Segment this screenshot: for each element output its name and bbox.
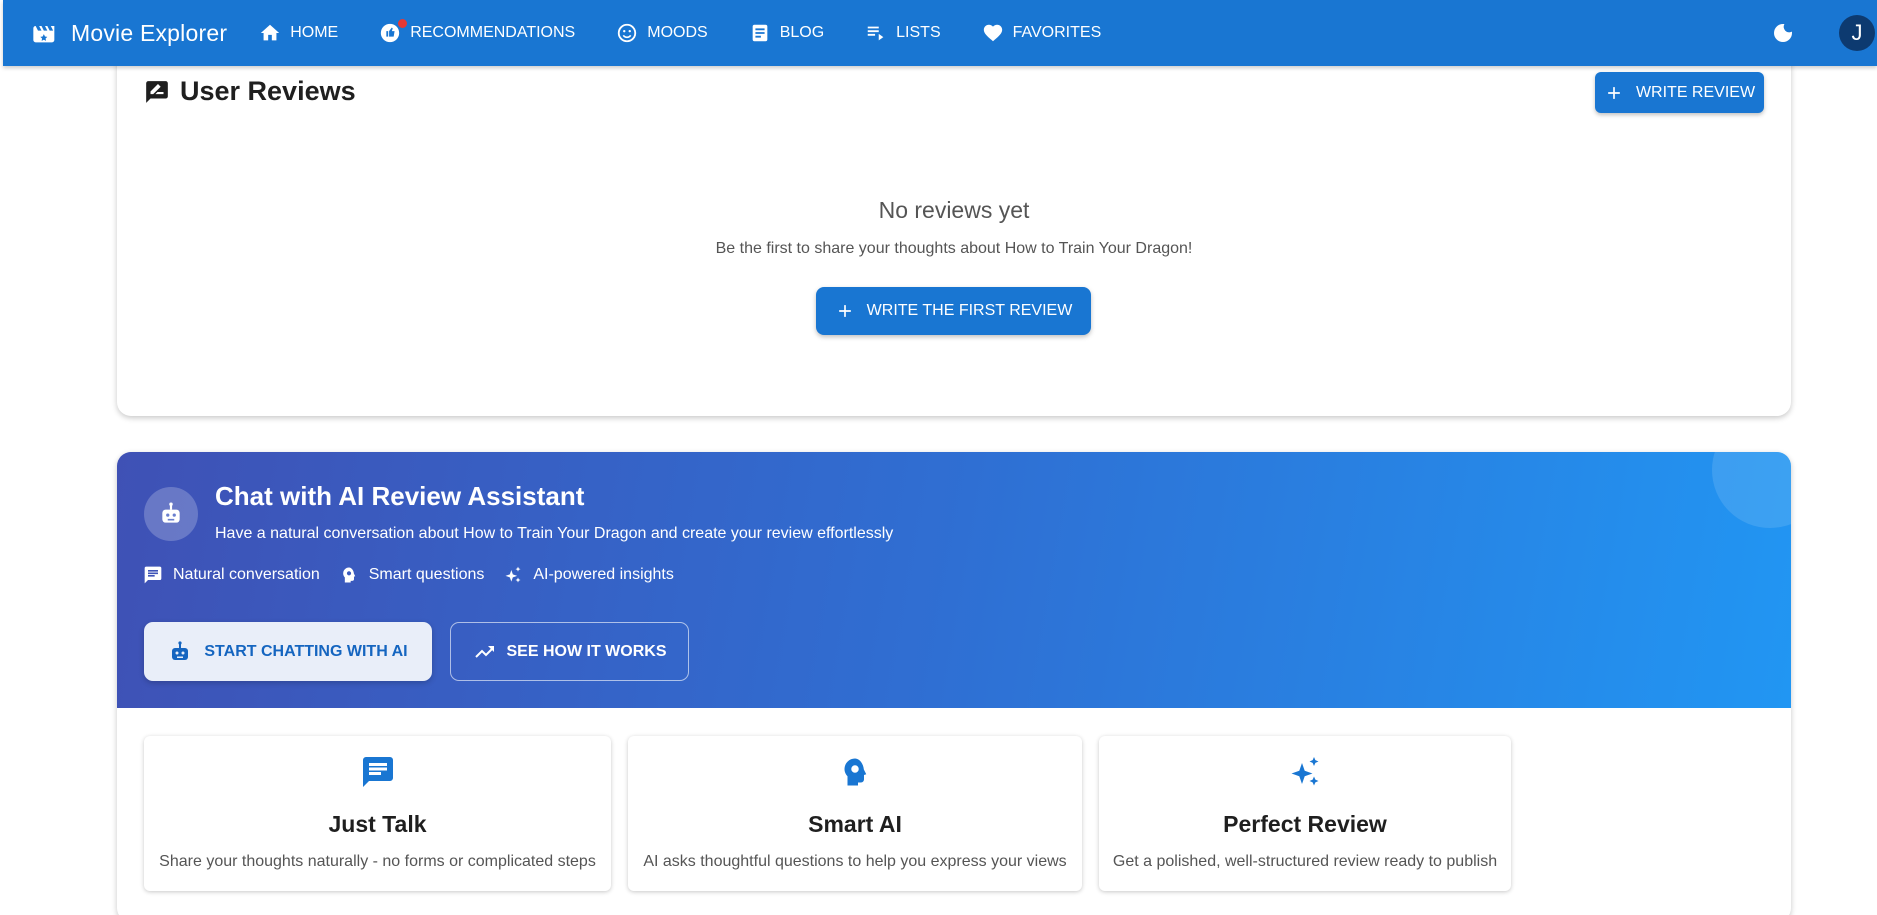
main-nav: HOME RECOMMENDATIONS MOODS BLOG LISTS FA…: [247, 11, 1130, 55]
user-reviews-card: User Reviews WRITE REVIEW No reviews yet…: [117, 40, 1791, 416]
nav-lists-label: LISTS: [896, 24, 941, 41]
appbar-actions: J: [1763, 0, 1877, 66]
article-icon: [752, 24, 768, 42]
bot-badge: [144, 487, 198, 541]
mood-icon: [618, 23, 637, 43]
nav-home-label: HOME: [290, 24, 339, 41]
write-review-label: WRITE REVIEW: [1635, 83, 1756, 101]
app-bar: Movie Explorer HOME RECOMMENDATIONS MOOD…: [3, 0, 1877, 66]
notification-dot: [398, 19, 408, 28]
chat-icon: [144, 566, 162, 584]
dark-mode-icon: [1774, 24, 1792, 42]
decorative-circle: [1712, 452, 1791, 528]
tile-description: Share your thoughts naturally - no forms…: [159, 853, 596, 870]
sparkle-icon: [505, 566, 521, 583]
write-review-button[interactable]: WRITE REVIEW: [1595, 72, 1764, 113]
start-chatting-button[interactable]: START CHATTING WITH AI: [144, 622, 432, 681]
sparkle-icon: [1291, 757, 1319, 786]
feature-natural-conversation: Natural conversation: [143, 565, 320, 585]
nav-lists[interactable]: LISTS: [853, 11, 952, 55]
reviews-header: User Reviews: [144, 76, 356, 107]
feature-ai-insights: AI-powered insights: [503, 565, 674, 585]
empty-state-title: No reviews yet: [878, 197, 1030, 223]
reviews-title: User Reviews: [180, 76, 356, 106]
ai-assistant-title: Chat with AI Review Assistant: [215, 481, 585, 511]
see-how-it-works-button[interactable]: SEE HOW IT WORKS: [450, 622, 689, 681]
empty-state-subtitle: Be the first to share your thoughts abou…: [715, 240, 1193, 257]
chat-icon: [362, 757, 393, 787]
feature-smart-questions: Smart questions: [339, 565, 485, 585]
home-icon: [261, 24, 280, 41]
nav-favorites[interactable]: FAVORITES: [970, 11, 1114, 55]
psychology-icon: [342, 567, 355, 583]
tile-title: Smart AI: [808, 811, 902, 837]
tile-description: AI asks thoughtful questions to help you…: [643, 853, 1067, 870]
nav-moods[interactable]: MOODS: [604, 11, 719, 55]
benefit-tiles: Just Talk Share your thoughts naturally …: [117, 708, 1791, 915]
tile-smart-ai: Smart AI AI asks thoughtful questions to…: [628, 736, 1082, 891]
tile-just-talk: Just Talk Share your thoughts naturally …: [144, 736, 611, 891]
nav-favorites-label: FAVORITES: [1012, 24, 1102, 41]
heart-icon: [983, 24, 1002, 42]
nav-blog-label: BLOG: [779, 24, 825, 41]
ai-review-assistant-card: Chat with AI Review Assistant Have a nat…: [117, 452, 1791, 915]
tile-title: Perfect Review: [1223, 811, 1387, 837]
brand[interactable]: Movie Explorer: [31, 19, 227, 47]
movie-clapper-icon: [33, 26, 55, 43]
nav-home[interactable]: HOME: [247, 11, 350, 55]
ai-hero-banner: Chat with AI Review Assistant Have a nat…: [117, 452, 1791, 708]
tile-description: Get a polished, well-structured review r…: [1112, 853, 1498, 870]
theme-toggle-button[interactable]: [1763, 13, 1803, 53]
tile-title: Just Talk: [328, 811, 427, 837]
playlist-icon: [867, 26, 884, 41]
robot-icon: [172, 640, 189, 660]
ai-assistant-subtitle: Have a natural conversation about How to…: [215, 525, 894, 542]
see-how-it-works-label: SEE HOW IT WORKS: [506, 642, 667, 660]
feature-list: Natural conversation Smart questions AI-…: [143, 565, 693, 585]
plus-icon: [1608, 86, 1620, 99]
psychology-icon: [844, 758, 867, 786]
nav-recommendations-label: RECOMMENDATIONS: [410, 24, 576, 41]
feature-label: AI-powered insights: [533, 566, 674, 583]
write-first-review-label: WRITE THE FIRST REVIEW: [866, 302, 1073, 319]
feature-label: Smart questions: [368, 566, 485, 583]
robot-icon: [162, 502, 180, 523]
nav-moods-label: MOODS: [647, 24, 708, 41]
write-first-review-button[interactable]: WRITE THE FIRST REVIEW: [816, 287, 1091, 335]
rate-review-icon: [146, 80, 168, 103]
tile-perfect-review: Perfect Review Get a polished, well-stru…: [1099, 736, 1511, 891]
nav-recommendations[interactable]: RECOMMENDATIONS: [367, 11, 587, 55]
nav-blog[interactable]: BLOG: [737, 11, 836, 55]
brand-title: Movie Explorer: [71, 19, 228, 46]
start-chatting-label: START CHATTING WITH AI: [204, 642, 408, 660]
plus-icon: [838, 305, 851, 317]
feature-label: Natural conversation: [173, 566, 320, 583]
avatar[interactable]: J: [1839, 15, 1875, 51]
trending-up-icon: [474, 645, 494, 658]
